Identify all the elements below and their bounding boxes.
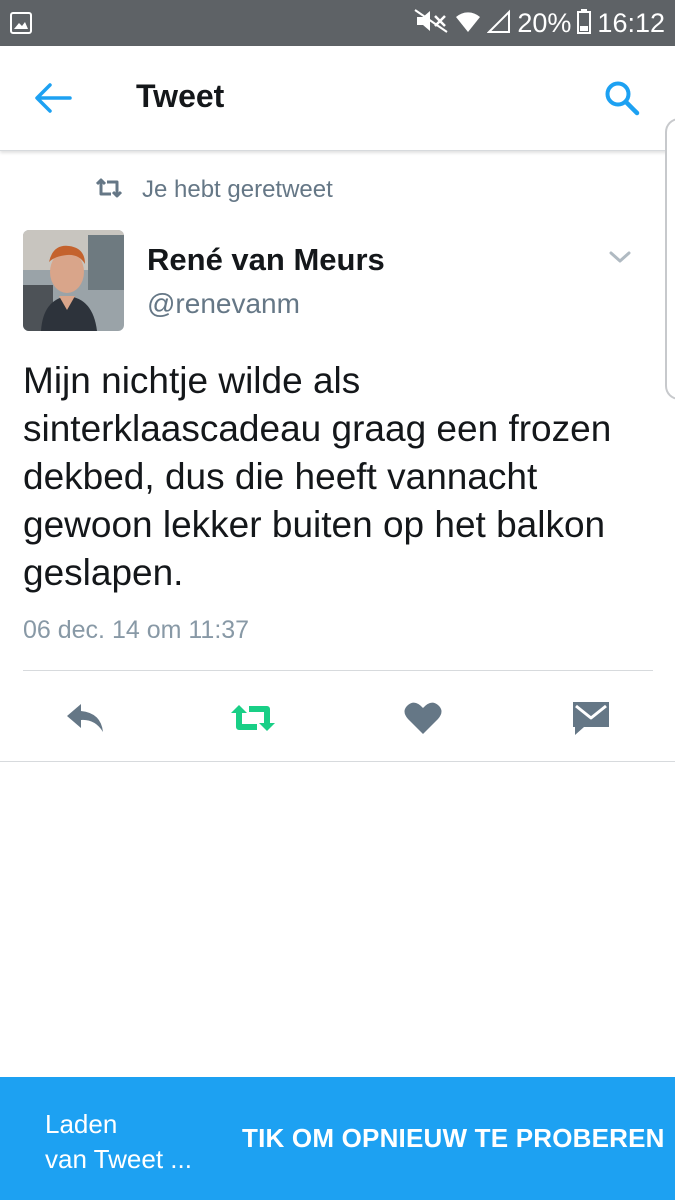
app-bar: Tweet [0,46,675,151]
back-arrow-icon[interactable] [34,82,72,114]
tweet-text-line: gewoon lekker buiten op het balkon [23,504,606,545]
retweet-notice-text: Je hebt geretweet [142,176,333,203]
signal-icon [486,8,511,39]
tweet-text: Mijn nichtje wilde als sinterklaascadeau… [23,357,643,597]
wifi-icon [455,8,481,39]
retweet-small-icon [94,177,124,204]
tweet-text-line: dekbed, dus die heeft vannacht [23,456,538,497]
tweet-text-line: sinterklaascadeau graag een frozen [23,408,612,449]
gallery-notification-icon [10,12,32,39]
retry-button[interactable]: TIK OM OPNIEUW TE PROBEREN [242,1123,665,1154]
page-title: Tweet [136,78,225,114]
chevron-down-icon[interactable] [608,249,632,270]
reply-icon[interactable] [58,690,112,746]
tweet-action-bar [0,690,675,746]
avatar[interactable] [23,230,124,331]
divider [23,670,653,671]
retweet-notice: Je hebt geretweet [94,176,333,204]
edge-panel-handle[interactable] [665,118,675,400]
battery-percentage: 20% [517,7,572,38]
tweet-timestamp: 06 dec. 14 om 11:37 [23,616,250,644]
tweet-text-line: Mijn nichtje wilde als [23,360,361,401]
loading-message-line: van Tweet ... [45,1144,192,1174]
loading-message-line: Laden [45,1109,118,1139]
battery-icon [577,8,592,39]
clock: 16:12 [597,7,665,38]
loading-error-bar: Laden van Tweet ... TIK OM OPNIEUW TE PR… [0,1077,675,1200]
divider [0,761,675,762]
heart-icon[interactable] [400,690,446,746]
search-icon[interactable] [604,80,640,116]
mute-icon [413,8,449,39]
retweet-icon[interactable] [224,690,282,746]
loading-message: Laden van Tweet ... [45,1107,192,1177]
tweet-text-line: geslapen. [23,552,184,593]
status-bar: 20% 16:12 [0,0,675,46]
author-handle[interactable]: @renevanm [147,288,300,320]
direct-message-icon[interactable] [568,690,614,746]
author-name[interactable]: René van Meurs [147,242,385,278]
